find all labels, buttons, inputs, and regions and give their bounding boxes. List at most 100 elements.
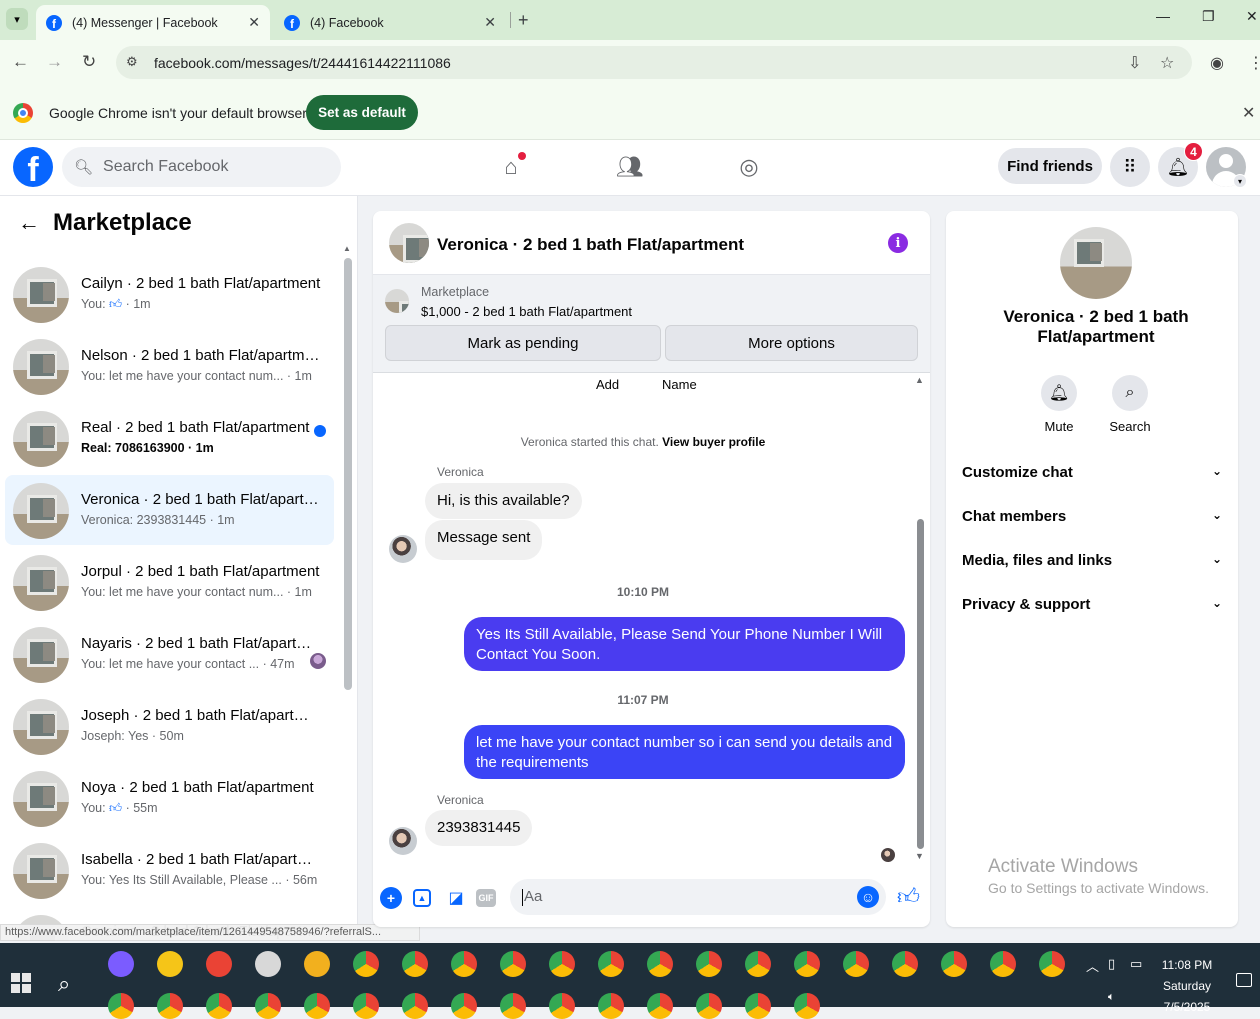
chrome-profile-icon[interactable]: [598, 951, 624, 977]
browser-tab-messenger[interactable]: f (4) Messenger | Facebook ✕: [36, 5, 270, 40]
profile-icon[interactable]: ◉: [1210, 53, 1224, 73]
add-label[interactable]: Add: [596, 377, 619, 392]
conversation-item[interactable]: Joseph · 2 bed 1 bath Flat/apartment Jose…: [5, 691, 334, 761]
chrome-profile-icon[interactable]: [451, 951, 477, 977]
sticky-notes-icon[interactable]: [157, 951, 183, 977]
address-bar[interactable]: ⚙ facebook.com/messages/t/24441614422111…: [116, 46, 1192, 79]
menu-dots-icon[interactable]: ⋮: [1248, 53, 1260, 73]
volume-icon[interactable]: 🔈︎: [1108, 991, 1115, 1004]
chrome-profile-icon[interactable]: [402, 993, 428, 1019]
emoji-icon[interactable]: ☺: [857, 886, 879, 908]
bookmark-star-icon[interactable]: ☆: [1160, 53, 1174, 73]
taskbar-search-icon[interactable]: ⌕: [58, 971, 70, 997]
chrome-profile-icon[interactable]: [1039, 951, 1065, 977]
restore-icon[interactable]: ❐: [1202, 8, 1215, 25]
name-label[interactable]: Name: [662, 377, 697, 392]
site-settings-icon[interactable]: ⚙: [126, 54, 138, 70]
chrome-profile-icon[interactable]: [304, 993, 330, 1019]
find-friends-button[interactable]: Find friends: [998, 148, 1102, 184]
listing-thumbnail[interactable]: [385, 289, 409, 313]
sender-avatar[interactable]: [389, 827, 417, 855]
chat-scrollbar[interactable]: [917, 519, 924, 849]
friends-icon[interactable]: 👥︎: [615, 152, 645, 182]
chrome-icon[interactable]: [206, 951, 232, 977]
windows-start-icon[interactable]: [11, 973, 31, 993]
tab-search-chevron-icon[interactable]: ▾: [6, 8, 28, 30]
back-icon[interactable]: ←: [12, 52, 29, 72]
mark-as-pending-button[interactable]: Mark as pending: [385, 325, 661, 361]
chrome-profile-icon[interactable]: [990, 951, 1016, 977]
sender-avatar[interactable]: [389, 535, 417, 563]
thumbs-up-icon[interactable]: 👍︎: [897, 883, 920, 910]
close-tab-icon[interactable]: ✕: [248, 14, 260, 31]
chrome-profile-icon[interactable]: [941, 951, 967, 977]
chrome-profile-icon[interactable]: [794, 951, 820, 977]
forward-icon[interactable]: →: [46, 52, 63, 72]
notification-center-icon[interactable]: [1236, 973, 1252, 987]
set-as-default-button[interactable]: Set as default: [306, 95, 418, 130]
chrome-profile-icon[interactable]: [598, 993, 624, 1019]
chrome-profile-icon[interactable]: [794, 993, 820, 1019]
chrome-profile-icon[interactable]: [647, 951, 673, 977]
chrome-profile-icon[interactable]: [500, 951, 526, 977]
conversation-item[interactable]: Isabella · 2 bed 1 bath Flat/apartment Yo…: [5, 835, 334, 905]
conversation-item[interactable]: Cailyn · 2 bed 1 bath Flat/apartment You:…: [5, 259, 334, 329]
plus-icon[interactable]: +: [380, 887, 402, 909]
window-close-icon[interactable]: ✕: [1246, 8, 1258, 25]
listing-detail[interactable]: $1,000 - 2 bed 1 bath Flat/apartment: [421, 304, 632, 319]
chrome-profile-icon[interactable]: [647, 993, 673, 1019]
file-explorer-icon[interactable]: [304, 951, 330, 977]
show-hidden-icons-chevron-icon[interactable]: ︿: [1086, 956, 1099, 975]
groups-icon[interactable]: ◎: [734, 152, 764, 182]
browser-tab-facebook[interactable]: f (4) Facebook ✕: [274, 5, 506, 40]
conversation-item[interactable]: Nayaris · 2 bed 1 bath Flat/apartment You…: [5, 619, 334, 689]
conversation-item[interactable]: Nelson · 2 bed 1 bath Flat/apartment You:…: [5, 331, 334, 401]
chrome-profile-icon[interactable]: [745, 993, 771, 1019]
copilot-icon[interactable]: [108, 951, 134, 977]
taskbar-clock[interactable]: 11:08 PM Saturday 7/5/2025: [1156, 955, 1218, 1018]
chrome-profile-icon[interactable]: [353, 993, 379, 1019]
chrome-profile-icon[interactable]: [745, 951, 771, 977]
view-buyer-profile-link[interactable]: View buyer profile: [662, 435, 765, 449]
chrome-profile-icon[interactable]: [108, 993, 134, 1019]
conversation-avatar[interactable]: [1060, 227, 1132, 299]
chevron-down-icon[interactable]: ▾: [1233, 174, 1247, 188]
chrome-profile-icon[interactable]: [500, 993, 526, 1019]
conversation-item[interactable]: Real · 2 bed 1 bath Flat/apartment Real: …: [5, 403, 334, 473]
privacy-support-section[interactable]: Privacy & support ⌄: [962, 596, 1230, 613]
infobar-close-icon[interactable]: ✕: [1242, 103, 1255, 123]
message-input[interactable]: Aa: [510, 879, 886, 915]
install-app-icon[interactable]: ⇩: [1128, 53, 1141, 73]
search-input[interactable]: 🔍︎ Search Facebook: [62, 147, 341, 187]
search-button[interactable]: ⌕ Search: [1095, 375, 1165, 434]
reload-icon[interactable]: ↻: [82, 52, 96, 72]
chrome-profile-icon[interactable]: [549, 993, 575, 1019]
chrome-profile-icon[interactable]: [843, 951, 869, 977]
menu-grid-icon[interactable]: ⠿: [1110, 147, 1150, 187]
network-icon[interactable]: ▭: [1130, 956, 1142, 972]
list-scrollbar[interactable]: [344, 258, 352, 690]
mute-button[interactable]: 🔔︎ Mute: [1024, 375, 1094, 434]
gif-icon[interactable]: GIF: [476, 889, 496, 907]
facebook-logo[interactable]: f: [13, 147, 53, 187]
conversation-item[interactable]: Veronica · 2 bed 1 bath Flat/apartment Ve…: [5, 475, 334, 545]
chat-title[interactable]: Veronica · 2 bed 1 bath Flat/apartment: [437, 235, 744, 255]
scroll-up-arrow-icon[interactable]: ▲: [343, 244, 351, 253]
media-files-links-section[interactable]: Media, files and links ⌄: [962, 552, 1230, 569]
chrome-profile-icon[interactable]: [402, 951, 428, 977]
back-arrow-icon[interactable]: ←: [18, 210, 40, 236]
chat-members-section[interactable]: Chat members ⌄: [962, 508, 1230, 525]
chrome-profile-icon[interactable]: [353, 951, 379, 977]
minimize-icon[interactable]: —: [1156, 8, 1170, 24]
new-tab-icon[interactable]: +: [518, 10, 529, 31]
close-tab-icon[interactable]: ✕: [484, 14, 496, 31]
chrome-profile-icon[interactable]: [255, 993, 281, 1019]
chrome-profile-icon[interactable]: [451, 993, 477, 1019]
conversation-item[interactable]: Jorpul · 2 bed 1 bath Flat/apartment You:…: [5, 547, 334, 617]
chrome-profile-icon[interactable]: [892, 951, 918, 977]
chrome-profile-icon[interactable]: [206, 993, 232, 1019]
chrome-profile-icon[interactable]: [549, 951, 575, 977]
chrome-profile-icon[interactable]: [157, 993, 183, 1019]
paint-icon[interactable]: [255, 951, 281, 977]
chat-avatar[interactable]: [389, 223, 429, 263]
